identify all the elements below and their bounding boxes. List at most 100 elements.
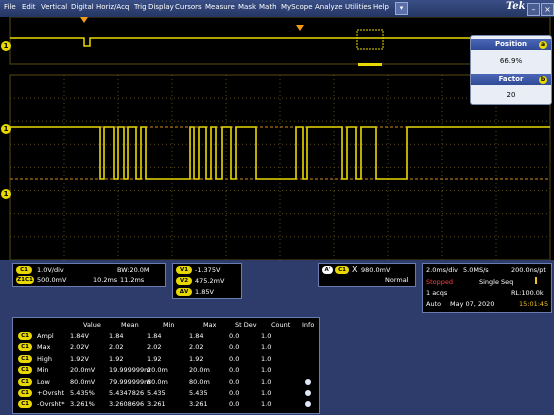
menu-item-utilities[interactable]: Utilities bbox=[345, 3, 371, 11]
measurement-row[interactable]: C1 Max 2.02V 2.02 2.02 2.02 0.0 1.0 bbox=[13, 342, 319, 353]
measurement-channel-badge: C1 bbox=[18, 377, 32, 386]
overview-grid-border bbox=[9, 16, 551, 65]
menu-item-digital[interactable]: Digital bbox=[71, 3, 94, 11]
measurement-stdev: 0.0 bbox=[229, 332, 240, 340]
measurement-mean: 2.02 bbox=[109, 343, 124, 352]
menu-item-analyze[interactable]: Analyze bbox=[315, 3, 343, 11]
acquisition-readout-box[interactable]: 2.0ms/div 5.0MS/s 200.0ns/pt Stopped Sin… bbox=[422, 263, 552, 313]
z1-scale: 500.0mV bbox=[37, 276, 67, 284]
menu-item-cursors[interactable]: Cursors bbox=[175, 3, 202, 11]
menu-item-horiz-acq[interactable]: Horiz/Acq bbox=[96, 3, 129, 11]
trigger-source-badge: C1 bbox=[335, 266, 349, 274]
menu-item-mask[interactable]: Mask bbox=[238, 3, 256, 11]
measurement-stdev: 0.0 bbox=[229, 343, 240, 352]
measurement-min: 80.0m bbox=[147, 377, 168, 386]
minimize-button[interactable]: – bbox=[527, 3, 540, 16]
measurement-channel-badge: C1 bbox=[18, 366, 32, 375]
trigger-position-top-icon[interactable] bbox=[80, 17, 88, 23]
position-knob-a-icon: a bbox=[539, 41, 547, 49]
measurement-mean: 19.999999m bbox=[109, 366, 151, 375]
measurement-value: 3.261% bbox=[70, 400, 95, 409]
info-icon[interactable] bbox=[305, 390, 311, 396]
channel-readout-box[interactable]: C1 1.0V/div BW:20.0M Z1C1 500.0mV 10.2ms… bbox=[12, 263, 166, 287]
measurement-max: 5.435 bbox=[189, 389, 208, 397]
measurement-value: 1.92V bbox=[70, 354, 89, 363]
measurement-stdev: 0.0 bbox=[229, 400, 240, 409]
menu-item-vertical[interactable]: Vertical bbox=[41, 3, 67, 11]
overview-trace bbox=[10, 37, 550, 47]
measurement-row[interactable]: C1 -Ovrsht* 3.261% 3.2608696 3.261 3.261 0.0 1.… bbox=[13, 399, 319, 410]
z1-start-time: 10.2ms bbox=[93, 276, 118, 284]
measurement-count: 1.0 bbox=[261, 389, 272, 397]
menu-item-trig[interactable]: Trig bbox=[134, 3, 147, 11]
close-button[interactable]: × bbox=[541, 3, 554, 16]
zoom-control-panel: Position a 66.9% Factor b 20 bbox=[470, 35, 552, 105]
sequence-mode: Single Seq bbox=[479, 278, 514, 286]
menu-item-math[interactable]: Math bbox=[259, 3, 277, 11]
measurement-count: 1.0 bbox=[261, 400, 272, 409]
measurement-row[interactable]: C1 Ampl 1.84V 1.84 1.84 1.84 0.0 1.0 bbox=[13, 331, 319, 342]
ch1-scale: 1.0V/div bbox=[37, 266, 64, 274]
measurement-channel-badge: C1 bbox=[18, 354, 32, 363]
menu-item-help[interactable]: Help bbox=[373, 3, 389, 11]
col-value-header: Value bbox=[83, 321, 101, 329]
run-status: Stopped bbox=[426, 278, 454, 286]
channel1-main-marker[interactable]: 1 bbox=[1, 124, 11, 134]
measurement-name: +Ovrsht bbox=[37, 389, 65, 397]
menu-dropdown-button[interactable]: ▾ bbox=[395, 2, 408, 15]
measurement-channel-badge: C1 bbox=[18, 332, 32, 340]
trigger-mode: Normal bbox=[385, 276, 409, 284]
factor-value[interactable]: 20 bbox=[471, 91, 551, 99]
trigger-readout-box[interactable]: A' C1 X 980.0mV Normal bbox=[318, 263, 416, 287]
measurement-name: Max bbox=[37, 343, 51, 352]
measurement-mean: 79.999999m bbox=[109, 377, 151, 386]
menu-item-file[interactable]: File bbox=[4, 3, 16, 11]
measurement-name: High bbox=[37, 354, 52, 363]
measurement-stdev: 0.0 bbox=[229, 366, 240, 375]
measurement-value: 2.02V bbox=[70, 343, 89, 352]
menu-item-edit[interactable]: Edit bbox=[22, 3, 36, 11]
measurement-mean: 5.4347826 bbox=[109, 389, 145, 397]
cursor-readout-box[interactable]: V1 -1.375V V2 475.2mV ΔV 1.85V bbox=[172, 263, 242, 299]
menu-item-measure[interactable]: Measure bbox=[205, 3, 235, 11]
col-min-header: Min bbox=[163, 321, 175, 329]
info-icon[interactable] bbox=[305, 401, 311, 408]
col-count-header: Count bbox=[271, 321, 291, 329]
measurement-max: 1.84 bbox=[189, 332, 204, 340]
measurement-name: Min bbox=[37, 366, 49, 375]
ch1-bandwidth: BW:20.0M bbox=[117, 266, 150, 274]
zoom-window-box bbox=[356, 29, 384, 50]
z1-end-time: 11.2ms bbox=[120, 276, 145, 284]
timebase: 2.0ms/div bbox=[426, 266, 459, 274]
position-value[interactable]: 66.9% bbox=[471, 57, 551, 65]
measurement-row[interactable]: C1 Min 20.0mV 19.999999m 20.0m 20.0m 0.0 1.0 bbox=[13, 365, 319, 376]
trigger-position-main-icon[interactable] bbox=[296, 25, 304, 31]
trigger-slope-icon: X bbox=[352, 265, 358, 274]
measurement-max: 20.0m bbox=[189, 366, 210, 375]
horizontal-mode: Auto bbox=[426, 300, 442, 308]
measurement-max: 80.0m bbox=[189, 377, 210, 386]
sample-rate: 5.0MS/s bbox=[463, 266, 489, 274]
ch1-badge: C1 bbox=[16, 266, 32, 274]
measurement-min: 20.0m bbox=[147, 366, 168, 375]
menu-item-myscope[interactable]: MyScope bbox=[281, 3, 313, 11]
measurement-channel-badge: C1 bbox=[18, 389, 32, 397]
measurement-row[interactable]: C1 High 1.92V 1.92 1.92 1.92 0.0 1.0 bbox=[13, 354, 319, 365]
measurement-table[interactable]: Value Mean Min Max St Dev Count Info C1 A… bbox=[12, 317, 320, 414]
measurement-row[interactable]: C1 +Ovrsht 5.435% 5.4347826 5.435 5.435 0.0 1.0 bbox=[13, 388, 319, 399]
channel1-ref-marker[interactable]: 1 bbox=[1, 189, 11, 199]
cursor-v1-value: -1.375V bbox=[195, 266, 221, 274]
channel1-top-marker[interactable]: 1 bbox=[1, 41, 11, 51]
measurement-min: 5.435 bbox=[147, 389, 166, 397]
measurement-min: 3.261 bbox=[147, 400, 166, 409]
info-icon[interactable] bbox=[305, 378, 311, 385]
time-resolution: 200.0ns/pt bbox=[511, 266, 546, 274]
acquisition-date: May 07, 2020 bbox=[450, 300, 495, 308]
cursor-v2-value: 475.2mV bbox=[195, 277, 225, 285]
delta-v-badge: ΔV bbox=[176, 288, 192, 296]
menu-item-display[interactable]: Display bbox=[148, 3, 174, 11]
measurement-row[interactable]: C1 Low 80.0mV 79.999999m 80.0m 80.0m 0.0 1.0 bbox=[13, 377, 319, 388]
menu-bar: File Edit Vertical Digital Horiz/Acq Trig Disp… bbox=[0, 0, 554, 17]
col-info-header: Info bbox=[302, 321, 315, 329]
measurement-value: 1.84V bbox=[70, 332, 89, 340]
